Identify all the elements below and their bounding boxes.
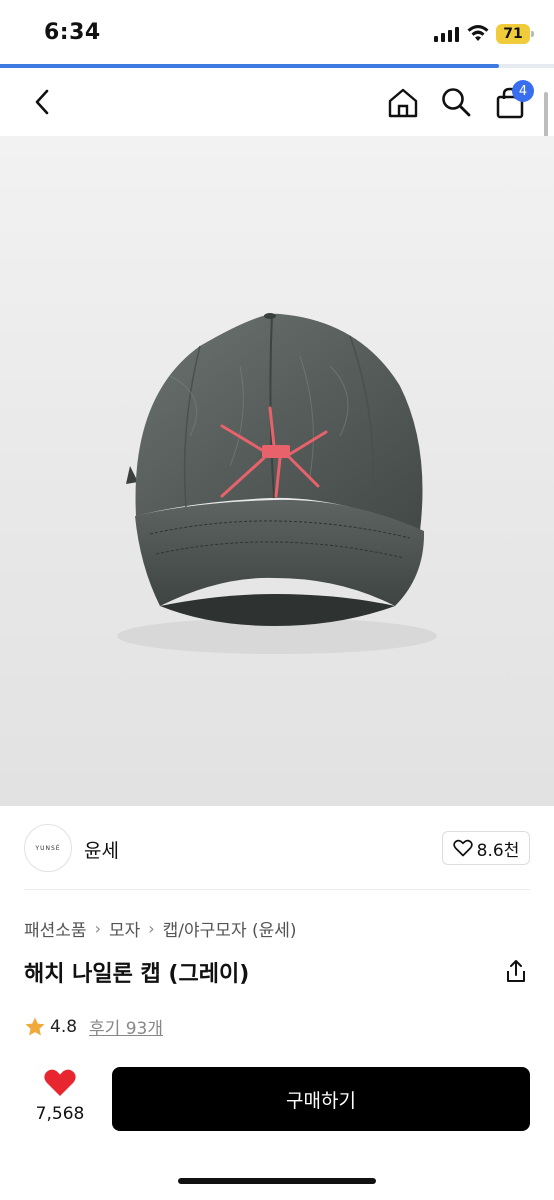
page-load-progress bbox=[0, 64, 554, 68]
battery-indicator: 71 bbox=[496, 24, 534, 44]
brand-like-button[interactable]: 8.6천 bbox=[442, 831, 530, 865]
star-icon bbox=[25, 1017, 45, 1035]
section-divider bbox=[24, 889, 530, 890]
product-title: 해치 나일론 캡 (그레이) bbox=[24, 962, 250, 987]
reviews-link[interactable]: 후기 93개 bbox=[89, 1014, 163, 1039]
rating-row: 4.8 후기 93개 bbox=[24, 1014, 163, 1039]
cart-button[interactable]: 4 bbox=[494, 80, 534, 120]
share-button[interactable] bbox=[504, 958, 528, 984]
home-icon bbox=[388, 88, 418, 118]
battery-level: 71 bbox=[503, 26, 523, 42]
breadcrumb: 패션소품 › 모자 › 캡/야구모자 (윤세) bbox=[24, 916, 297, 941]
status-bar: 6:34 71 bbox=[0, 0, 554, 64]
cart-count-badge: 4 bbox=[512, 80, 534, 102]
breadcrumb-item-fashion-accessories[interactable]: 패션소품 bbox=[24, 916, 87, 941]
buy-button[interactable]: 구매하기 bbox=[112, 1067, 530, 1131]
heart-outline-icon bbox=[452, 839, 473, 857]
top-navigation: 4 bbox=[0, 70, 554, 134]
home-button[interactable] bbox=[384, 84, 422, 122]
cap-illustration bbox=[117, 313, 437, 654]
status-time: 6:34 bbox=[44, 20, 101, 45]
share-icon bbox=[507, 960, 525, 982]
back-button[interactable] bbox=[26, 82, 58, 122]
home-indicator bbox=[178, 1178, 376, 1184]
search-button[interactable] bbox=[438, 84, 474, 120]
page-load-progress-fill bbox=[0, 64, 499, 68]
breadcrumb-item-hats[interactable]: 모자 bbox=[109, 916, 140, 941]
brand-row[interactable]: YUNSÉ 윤세 8.6천 bbox=[24, 824, 530, 874]
cellular-signal-icon bbox=[434, 26, 459, 42]
brand-like-count: 8.6천 bbox=[476, 840, 520, 861]
chevron-left-icon bbox=[35, 89, 49, 115]
search-icon bbox=[442, 88, 471, 117]
breadcrumb-item-caps[interactable]: 캡/야구모자 (윤세) bbox=[163, 916, 297, 941]
wifi-icon bbox=[467, 25, 489, 41]
rating-value: 4.8 bbox=[50, 1016, 78, 1037]
wishlist-button[interactable]: 7,568 bbox=[30, 1068, 90, 1124]
heart-filled-icon bbox=[44, 1069, 76, 1096]
wishlist-count: 7,568 bbox=[35, 1104, 85, 1124]
chevron-right-icon: › bbox=[148, 919, 155, 938]
brand-name[interactable]: 윤세 bbox=[84, 836, 119, 863]
product-image[interactable] bbox=[0, 136, 554, 806]
chevron-right-icon: › bbox=[94, 919, 101, 938]
brand-logo[interactable]: YUNSÉ bbox=[24, 824, 72, 872]
